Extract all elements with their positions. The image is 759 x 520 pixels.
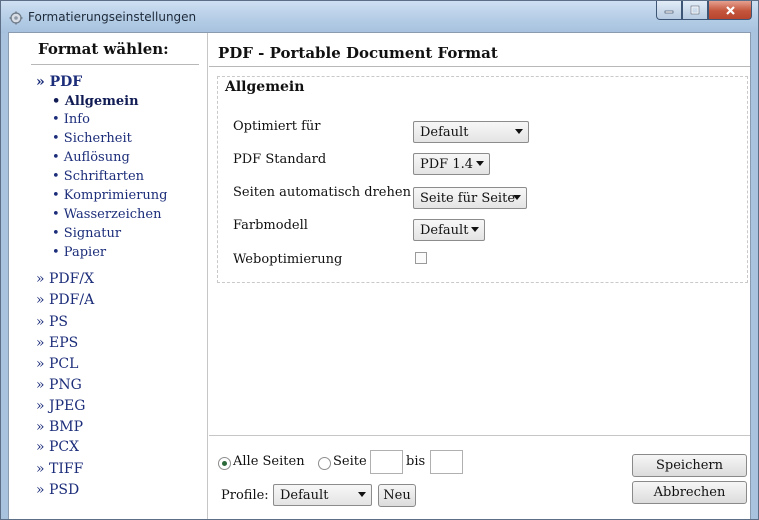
- colormodel-value: Default: [420, 222, 469, 238]
- section-heading: Allgemein: [225, 79, 305, 95]
- pdf-subitem-schriftarten[interactable]: • Schriftarten: [52, 169, 144, 184]
- format-item-pcx[interactable]: » PCX: [36, 439, 79, 455]
- autorotate-select[interactable]: Seite für Seite: [413, 187, 527, 209]
- all-pages-radio[interactable]: [218, 457, 231, 470]
- app-window: Formatierungseinstellungen Format wählen…: [0, 0, 759, 520]
- sidebar-heading: Format wählen:: [38, 40, 169, 58]
- format-item-png[interactable]: » PNG: [36, 377, 82, 393]
- window-frame-right: [751, 32, 758, 519]
- pdf-standard-select[interactable]: PDF 1.4: [413, 153, 490, 175]
- title-divider: [209, 66, 750, 67]
- radio-selected-icon: [222, 461, 227, 466]
- format-item-ps[interactable]: » PS: [36, 314, 68, 330]
- pdf-subitem-signatur[interactable]: • Signatur: [52, 226, 121, 241]
- optimized-select[interactable]: Default: [413, 121, 529, 143]
- sidebar-divider: [31, 64, 199, 65]
- format-item-pdfa[interactable]: » PDF/A: [36, 292, 94, 308]
- profile-value: Default: [280, 487, 329, 503]
- close-button[interactable]: [708, 1, 752, 20]
- chevron-down-icon: [471, 227, 479, 232]
- colormodel-label: Farbmodell: [233, 218, 308, 233]
- close-icon: [725, 5, 735, 15]
- minimize-button[interactable]: [656, 1, 682, 20]
- page-range-radio[interactable]: [318, 457, 331, 470]
- window-controls: [656, 1, 752, 21]
- format-item-eps[interactable]: » EPS: [36, 335, 78, 351]
- save-button[interactable]: Speichern: [632, 454, 747, 477]
- format-item-pcl[interactable]: » PCL: [36, 356, 78, 372]
- pdf-subitem-info[interactable]: • Info: [52, 112, 90, 127]
- chevron-down-icon: [476, 161, 484, 166]
- format-item-bmp[interactable]: » BMP: [36, 419, 83, 435]
- chevron-down-icon: [513, 195, 521, 200]
- chevron-down-icon: [358, 492, 366, 497]
- pdf-standard-label: PDF Standard: [233, 152, 327, 167]
- pdf-standard-value: PDF 1.4: [420, 156, 473, 172]
- page-to-input[interactable]: [430, 450, 463, 474]
- autorotate-value: Seite für Seite: [420, 190, 516, 206]
- pdf-subitem-wasserzeichen[interactable]: • Wasserzeichen: [52, 207, 161, 222]
- autorotate-label: Seiten automatisch drehen: [233, 185, 411, 200]
- footer-divider: [209, 435, 750, 436]
- window-title: Formatierungseinstellungen: [28, 10, 197, 24]
- profile-label: Profile:: [221, 488, 269, 503]
- chevron-down-icon: [515, 129, 523, 134]
- pdf-subitem-papier[interactable]: • Papier: [52, 245, 106, 260]
- pdf-subitem-allgemein[interactable]: • Allgemein: [52, 94, 139, 109]
- pdf-subitem-aufloesung[interactable]: • Auflösung: [52, 150, 130, 165]
- cancel-button[interactable]: Abbrechen: [632, 481, 747, 504]
- weboptimize-label: Weboptimierung: [233, 252, 343, 267]
- format-item-pdfx[interactable]: » PDF/X: [36, 271, 94, 287]
- format-item-jpeg[interactable]: » JPEG: [36, 398, 85, 414]
- maximize-icon: [690, 5, 700, 15]
- format-sidebar: Format wählen: » PDF • Allgemein • Info …: [9, 33, 208, 519]
- format-item-pdf[interactable]: » PDF: [36, 74, 82, 90]
- new-profile-button[interactable]: Neu: [378, 484, 416, 507]
- minimize-icon: [664, 10, 674, 14]
- weboptimize-checkbox[interactable]: [415, 252, 427, 264]
- pdf-subitem-sicherheit[interactable]: • Sicherheit: [52, 131, 132, 146]
- profile-select[interactable]: Default: [273, 484, 372, 506]
- optimized-label: Optimiert für: [233, 119, 321, 134]
- page-from-input[interactable]: [370, 450, 403, 474]
- app-icon: [9, 10, 23, 25]
- format-item-tiff[interactable]: » TIFF: [36, 461, 83, 477]
- title-bar[interactable]: Formatierungseinstellungen: [1, 1, 758, 33]
- optimized-value: Default: [420, 124, 469, 140]
- pdf-subitem-komprimierung[interactable]: • Komprimierung: [52, 188, 167, 203]
- colormodel-select[interactable]: Default: [413, 219, 485, 241]
- format-item-psd[interactable]: » PSD: [36, 482, 79, 498]
- maximize-button[interactable]: [682, 1, 708, 20]
- page-range-label[interactable]: Seite: [333, 454, 367, 469]
- all-pages-label[interactable]: Alle Seiten: [233, 454, 305, 469]
- page-title: PDF - Portable Document Format: [218, 44, 498, 62]
- page-to-label: bis: [406, 454, 426, 469]
- dialog-content: Format wählen: » PDF • Allgemein • Info …: [8, 32, 751, 519]
